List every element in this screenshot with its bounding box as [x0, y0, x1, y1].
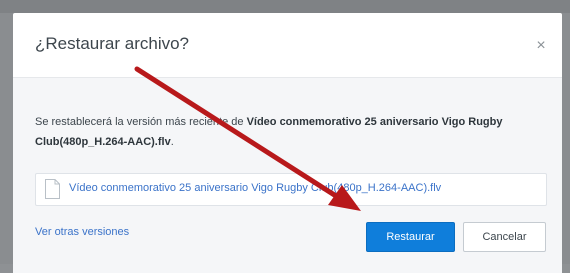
file-item: Vídeo conmemorativo 25 aniversario Vigo … [35, 173, 547, 206]
restore-message: Se restablecerá la versión más reciente … [35, 112, 540, 152]
dialog-header: ¿Restaurar archivo? × [13, 13, 562, 78]
dialog-body: Se restablecerá la versión más reciente … [13, 78, 562, 273]
file-name-link[interactable]: Vídeo conmemorativo 25 aniversario Vigo … [69, 182, 441, 194]
close-button[interactable]: × [531, 36, 551, 56]
background-overlay-right [562, 13, 570, 264]
dialog-title: ¿Restaurar archivo? [35, 34, 190, 53]
background-overlay-left [0, 13, 13, 264]
message-suffix: . [170, 136, 174, 148]
background-overlay-top [0, 0, 570, 13]
close-icon: × [536, 37, 546, 54]
other-versions-link[interactable]: Ver otras versiones [35, 226, 129, 238]
message-prefix: Se restablecerá la versión más reciente … [35, 116, 247, 128]
file-icon [45, 179, 60, 199]
restore-file-dialog: ¿Restaurar archivo? × Se restablecerá la… [13, 13, 562, 273]
cancel-button[interactable]: Cancelar [463, 222, 546, 252]
restore-button[interactable]: Restaurar [366, 222, 455, 252]
